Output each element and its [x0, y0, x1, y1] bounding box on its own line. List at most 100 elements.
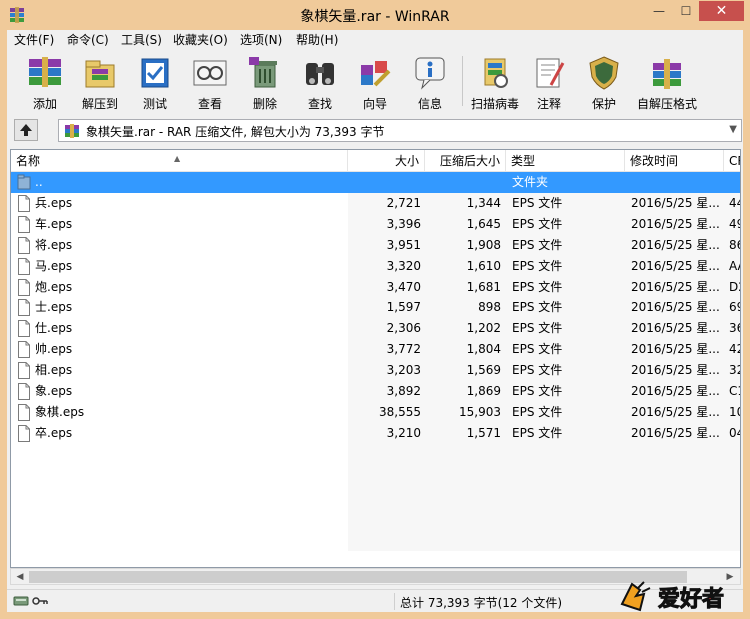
cell-modified: 2016/5/25 星... — [631, 216, 720, 231]
table-row[interactable]: 仕.eps 2,306 1,202 EPS 文件 2016/5/25 星... 368 — [11, 318, 740, 339]
minimize-button[interactable]: — — [645, 1, 673, 21]
cell-type: 文件夹 — [512, 175, 549, 189]
list-header: 名称 ▲ 大小 压缩后大小 类型 修改时间 CRC — [11, 150, 740, 172]
cell-size: 3,772 — [386, 342, 421, 357]
wizard-button[interactable]: 向导 — [347, 52, 403, 112]
protect-button[interactable]: 保护 — [576, 52, 632, 112]
table-row[interactable]: 帅.eps 3,772 1,804 EPS 文件 2016/5/25 星... 426 — [11, 339, 740, 360]
scroll-left-icon[interactable]: ◀ — [13, 570, 27, 584]
cell-crc — [729, 172, 740, 193]
column-header-type[interactable]: 类型 — [506, 150, 625, 172]
column-header-name[interactable]: 名称 ▲ — [11, 150, 348, 172]
cell-size: 3,951 — [386, 237, 421, 252]
status-separator — [394, 593, 395, 610]
scrollbar-thumb[interactable] — [29, 571, 687, 583]
drive-key-icon — [13, 596, 48, 606]
delete-icon — [249, 57, 277, 88]
menu-file[interactable]: 文件(F) — [10, 32, 58, 48]
info-button[interactable]: 信息 — [402, 52, 458, 112]
rar-archive-icon — [65, 124, 79, 138]
extract-to-button[interactable]: 解压到 — [72, 52, 128, 112]
cell-name: 帅.eps — [35, 342, 73, 357]
table-row[interactable]: 象.eps 3,892 1,869 EPS 文件 2016/5/25 星... C1/ — [11, 381, 740, 402]
winrar-window: 象棋矢量.rar - WinRAR — ☐ ✕ 文件(F) 命令(C) 工具(S… — [0, 0, 750, 619]
cell-modified: 2016/5/25 星... — [631, 342, 720, 357]
virus-scan-button[interactable]: 扫描病毒 — [467, 52, 523, 112]
table-row[interactable]: 士.eps 1,597 898 EPS 文件 2016/5/25 星... 691 — [11, 297, 740, 318]
close-button[interactable]: ✕ — [699, 1, 744, 21]
find-button[interactable]: 查找 — [292, 52, 348, 112]
table-row[interactable]: .. 文件夹 — [11, 172, 740, 193]
add-button[interactable]: 添加 — [17, 52, 73, 112]
title-bar[interactable]: 象棋矢量.rar - WinRAR — ☐ ✕ — [0, 0, 750, 30]
table-row[interactable]: 炮.eps 3,470 1,681 EPS 文件 2016/5/25 星... D2 — [11, 277, 740, 298]
cell-size: 3,470 — [386, 279, 421, 294]
up-one-level-button[interactable] — [14, 119, 38, 141]
cell-modified — [631, 172, 723, 193]
column-header-size[interactable]: 大小 — [348, 150, 425, 172]
cell-name: 象棋.eps — [35, 404, 85, 419]
cell-name: 马.eps — [35, 258, 73, 273]
column-header-modified[interactable]: 修改时间 — [625, 150, 724, 172]
address-field[interactable]: 象棋矢量.rar - RAR 压缩文件, 解包大小为 73,393 字节 ▼ — [58, 119, 742, 142]
address-row: 象棋矢量.rar - RAR 压缩文件, 解包大小为 73,393 字节 ▼ — [7, 116, 743, 144]
menu-help[interactable]: 帮助(H) — [292, 32, 342, 48]
table-row[interactable]: 马.eps 3,320 1,610 EPS 文件 2016/5/25 星... AA — [11, 256, 740, 277]
cell-type: EPS 文件 — [512, 404, 563, 419]
cell-type: EPS 文件 — [512, 300, 563, 315]
cell-type: EPS 文件 — [512, 425, 563, 440]
cell-packed: 1,869 — [466, 384, 501, 398]
cell-type: EPS 文件 — [512, 195, 563, 210]
eps-file-icon — [18, 362, 30, 380]
cell-crc: 040 — [729, 425, 740, 440]
cell-packed: 1,571 — [466, 425, 501, 440]
file-list[interactable]: 名称 ▲ 大小 压缩后大小 类型 修改时间 CRC .. 文件夹兵.eps 2,72… — [10, 149, 741, 568]
eps-file-icon — [18, 278, 30, 296]
toolbar-separator — [462, 56, 463, 106]
eps-file-icon — [18, 403, 30, 421]
menu-command[interactable]: 命令(C) — [63, 32, 113, 48]
cell-type: EPS 文件 — [512, 363, 563, 378]
cell-modified: 2016/5/25 星... — [631, 404, 720, 419]
eps-file-icon — [18, 424, 30, 442]
cell-crc: 368 — [729, 321, 740, 336]
cell-modified: 2016/5/25 星... — [631, 195, 720, 210]
cell-size: 2,721 — [386, 195, 421, 210]
up-arrow-icon — [20, 124, 32, 136]
protect-icon — [589, 56, 619, 90]
column-header-packed[interactable]: 压缩后大小 — [425, 150, 506, 172]
test-button[interactable]: 测试 — [127, 52, 183, 112]
sfx-button[interactable]: 自解压格式 — [631, 52, 703, 112]
table-row[interactable]: 卒.eps 3,210 1,571 EPS 文件 2016/5/25 星... 040 — [11, 423, 740, 444]
cell-type: EPS 文件 — [512, 384, 563, 398]
virus-scan-icon — [484, 58, 508, 88]
window-title: 象棋矢量.rar - WinRAR — [300, 9, 450, 25]
menu-favorites[interactable]: 收藏夹(O) — [169, 32, 232, 48]
test-icon — [141, 58, 169, 88]
table-row[interactable]: 兵.eps 2,721 1,344 EPS 文件 2016/5/25 星... 445 — [11, 193, 740, 214]
cell-packed: 1,344 — [466, 195, 501, 210]
table-row[interactable]: 相.eps 3,203 1,569 EPS 文件 2016/5/25 星... 32E — [11, 360, 740, 381]
table-row[interactable]: 象棋.eps 38,555 15,903 EPS 文件 2016/5/25 星... 10… — [11, 402, 740, 423]
comment-button[interactable]: 注释 — [521, 52, 577, 112]
cell-modified: 2016/5/25 星... — [631, 384, 720, 398]
cell-size: 3,203 — [386, 363, 421, 378]
table-row[interactable]: 将.eps 3,951 1,908 EPS 文件 2016/5/25 星... 867 — [11, 235, 740, 256]
eps-file-icon — [18, 236, 30, 254]
chevron-down-icon[interactable]: ▼ — [729, 124, 737, 135]
menu-options[interactable]: 选项(N) — [236, 32, 286, 48]
address-text: 象棋矢量.rar - RAR 压缩文件, 解包大小为 73,393 字节 — [86, 125, 385, 139]
table-row[interactable]: 车.eps 3,396 1,645 EPS 文件 2016/5/25 星... 499 — [11, 214, 740, 235]
cell-name: 将.eps — [35, 237, 73, 252]
maximize-button[interactable]: ☐ — [673, 1, 699, 21]
cell-size: 1,597 — [386, 300, 421, 315]
add-archive-icon — [29, 57, 61, 87]
cell-name: 卒.eps — [35, 425, 73, 440]
menu-tools[interactable]: 工具(S) — [117, 32, 166, 48]
column-header-crc[interactable]: CRC — [724, 150, 740, 172]
cell-crc: 691 — [729, 300, 740, 315]
cell-name: 士.eps — [35, 300, 73, 315]
delete-button[interactable]: 删除 — [237, 52, 293, 112]
view-button[interactable]: 查看 — [182, 52, 238, 112]
cell-type: EPS 文件 — [512, 342, 563, 357]
